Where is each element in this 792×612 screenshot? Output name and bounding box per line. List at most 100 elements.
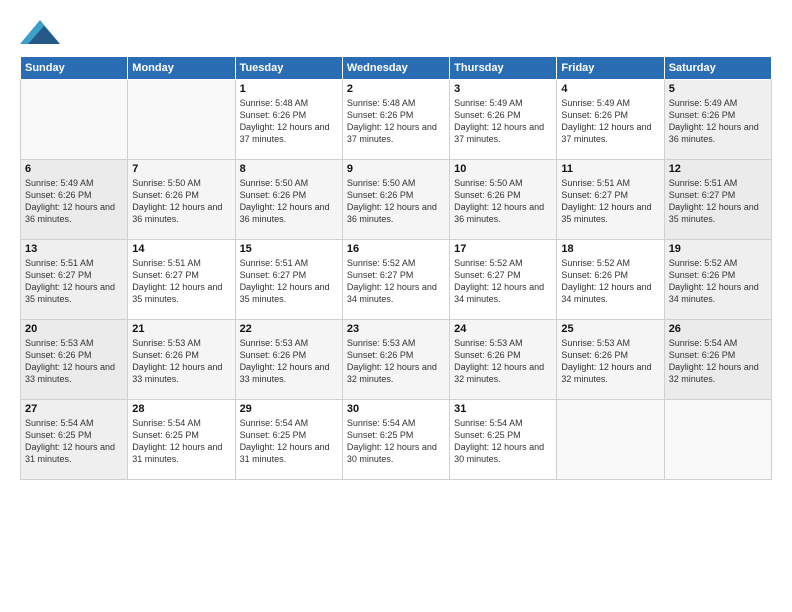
calendar-week-row: 6 Sunrise: 5:49 AM Sunset: 6:26 PM Daylig…	[21, 160, 772, 240]
day-number: 1	[240, 83, 338, 95]
day-number: 16	[347, 243, 445, 255]
day-number: 9	[347, 163, 445, 175]
calendar-cell: 22Sunrise: 5:53 AM Sunset: 6:26 PM Dayli…	[235, 320, 342, 400]
day-number: 14	[132, 243, 230, 255]
day-info: Sunrise: 5:51 AM Sunset: 6:27 PM Dayligh…	[669, 177, 767, 226]
calendar-cell: 14 Sunrise: 5:51 AM Sunset: 6:27 PM Dayli…	[128, 240, 235, 320]
calendar-cell: 20Sunrise: 5:53 AM Sunset: 6:26 PM Dayli…	[21, 320, 128, 400]
calendar-cell: 29 Sunrise: 5:54 AM Sunset: 6:25 PM Dayli…	[235, 400, 342, 480]
calendar-cell: 12 Sunrise: 5:51 AM Sunset: 6:27 PM Dayli…	[664, 160, 771, 240]
day-info: Sunrise: 5:54 AM Sunset: 6:26 PM Dayligh…	[669, 337, 767, 386]
day-number: 21	[132, 323, 230, 335]
calendar-cell: 8 Sunrise: 5:50 AM Sunset: 6:26 PM Daylig…	[235, 160, 342, 240]
day-info: Sunrise: 5:51 AM Sunset: 6:27 PM Dayligh…	[561, 177, 659, 226]
day-info: Sunrise: 5:53 AM Sunset: 6:26 PM Dayligh…	[240, 337, 338, 386]
day-info: Sunrise: 5:50 AM Sunset: 6:26 PM Dayligh…	[132, 177, 230, 226]
calendar-week-row: 20Sunrise: 5:53 AM Sunset: 6:26 PM Dayli…	[21, 320, 772, 400]
calendar-cell: 5 Sunrise: 5:49 AM Sunset: 6:26 PM Daylig…	[664, 80, 771, 160]
calendar-cell: 30 Sunrise: 5:54 AM Sunset: 6:25 PM Dayli…	[342, 400, 449, 480]
day-number: 12	[669, 163, 767, 175]
weekday-header-thursday: Thursday	[450, 57, 557, 80]
day-number: 28	[132, 403, 230, 415]
day-info: Sunrise: 5:49 AM Sunset: 6:26 PM Dayligh…	[25, 177, 123, 226]
day-info: Sunrise: 5:53 AM Sunset: 6:26 PM Dayligh…	[561, 337, 659, 386]
calendar-week-row: 27 Sunrise: 5:54 AM Sunset: 6:25 PM Dayli…	[21, 400, 772, 480]
day-number: 5	[669, 83, 767, 95]
day-info: Sunrise: 5:54 AM Sunset: 6:25 PM Dayligh…	[454, 417, 552, 466]
calendar-week-row: 13 Sunrise: 5:51 AM Sunset: 6:27 PM Dayli…	[21, 240, 772, 320]
calendar-table: SundayMondayTuesdayWednesdayThursdayFrid…	[20, 56, 772, 480]
calendar-cell: 1 Sunrise: 5:48 AM Sunset: 6:26 PM Daylig…	[235, 80, 342, 160]
day-info: Sunrise: 5:52 AM Sunset: 6:26 PM Dayligh…	[669, 257, 767, 306]
calendar-cell: 19 Sunrise: 5:52 AM Sunset: 6:26 PM Dayli…	[664, 240, 771, 320]
weekday-header-tuesday: Tuesday	[235, 57, 342, 80]
calendar-cell: 28 Sunrise: 5:54 AM Sunset: 6:25 PM Dayli…	[128, 400, 235, 480]
day-info: Sunrise: 5:50 AM Sunset: 6:26 PM Dayligh…	[347, 177, 445, 226]
calendar-cell: 11Sunrise: 5:51 AM Sunset: 6:27 PM Dayli…	[557, 160, 664, 240]
day-number: 31	[454, 403, 552, 415]
calendar-cell: 17Sunrise: 5:52 AM Sunset: 6:27 PM Dayli…	[450, 240, 557, 320]
day-number: 8	[240, 163, 338, 175]
calendar-header: SundayMondayTuesdayWednesdayThursdayFrid…	[21, 57, 772, 80]
day-info: Sunrise: 5:50 AM Sunset: 6:26 PM Dayligh…	[454, 177, 552, 226]
day-info: Sunrise: 5:54 AM Sunset: 6:25 PM Dayligh…	[347, 417, 445, 466]
day-number: 29	[240, 403, 338, 415]
calendar-cell: 3Sunrise: 5:49 AM Sunset: 6:26 PM Daylig…	[450, 80, 557, 160]
calendar-cell: 16Sunrise: 5:52 AM Sunset: 6:27 PM Dayli…	[342, 240, 449, 320]
weekday-header-row: SundayMondayTuesdayWednesdayThursdayFrid…	[21, 57, 772, 80]
day-info: Sunrise: 5:49 AM Sunset: 6:26 PM Dayligh…	[561, 97, 659, 146]
day-info: Sunrise: 5:52 AM Sunset: 6:26 PM Dayligh…	[561, 257, 659, 306]
calendar-cell	[557, 400, 664, 480]
calendar-cell: 6 Sunrise: 5:49 AM Sunset: 6:26 PM Daylig…	[21, 160, 128, 240]
day-number: 10	[454, 163, 552, 175]
day-info: Sunrise: 5:54 AM Sunset: 6:25 PM Dayligh…	[25, 417, 123, 466]
day-number: 26	[669, 323, 767, 335]
day-info: Sunrise: 5:53 AM Sunset: 6:26 PM Dayligh…	[25, 337, 123, 386]
day-info: Sunrise: 5:49 AM Sunset: 6:26 PM Dayligh…	[454, 97, 552, 146]
weekday-header-friday: Friday	[557, 57, 664, 80]
calendar-cell	[664, 400, 771, 480]
day-info: Sunrise: 5:54 AM Sunset: 6:25 PM Dayligh…	[240, 417, 338, 466]
calendar-cell: 13 Sunrise: 5:51 AM Sunset: 6:27 PM Dayli…	[21, 240, 128, 320]
weekday-header-monday: Monday	[128, 57, 235, 80]
calendar-cell: 23Sunrise: 5:53 AM Sunset: 6:26 PM Dayli…	[342, 320, 449, 400]
day-info: Sunrise: 5:50 AM Sunset: 6:26 PM Dayligh…	[240, 177, 338, 226]
day-number: 19	[669, 243, 767, 255]
calendar-cell: 15Sunrise: 5:51 AM Sunset: 6:27 PM Dayli…	[235, 240, 342, 320]
day-number: 27	[25, 403, 123, 415]
calendar-body: 1 Sunrise: 5:48 AM Sunset: 6:26 PM Daylig…	[21, 80, 772, 480]
day-info: Sunrise: 5:51 AM Sunset: 6:27 PM Dayligh…	[132, 257, 230, 306]
calendar-week-row: 1 Sunrise: 5:48 AM Sunset: 6:26 PM Daylig…	[21, 80, 772, 160]
day-info: Sunrise: 5:54 AM Sunset: 6:25 PM Dayligh…	[132, 417, 230, 466]
day-number: 15	[240, 243, 338, 255]
weekday-header-wednesday: Wednesday	[342, 57, 449, 80]
day-info: Sunrise: 5:53 AM Sunset: 6:26 PM Dayligh…	[347, 337, 445, 386]
day-number: 13	[25, 243, 123, 255]
day-info: Sunrise: 5:48 AM Sunset: 6:26 PM Dayligh…	[347, 97, 445, 146]
day-number: 4	[561, 83, 659, 95]
calendar-cell	[128, 80, 235, 160]
day-number: 7	[132, 163, 230, 175]
header	[20, 16, 772, 46]
calendar-cell: 25Sunrise: 5:53 AM Sunset: 6:26 PM Dayli…	[557, 320, 664, 400]
logo	[20, 16, 60, 46]
day-info: Sunrise: 5:51 AM Sunset: 6:27 PM Dayligh…	[25, 257, 123, 306]
day-info: Sunrise: 5:48 AM Sunset: 6:26 PM Dayligh…	[240, 97, 338, 146]
calendar-cell: 4 Sunrise: 5:49 AM Sunset: 6:26 PM Daylig…	[557, 80, 664, 160]
calendar-cell: 26 Sunrise: 5:54 AM Sunset: 6:26 PM Dayli…	[664, 320, 771, 400]
calendar-cell: 18 Sunrise: 5:52 AM Sunset: 6:26 PM Dayli…	[557, 240, 664, 320]
day-number: 24	[454, 323, 552, 335]
day-info: Sunrise: 5:53 AM Sunset: 6:26 PM Dayligh…	[454, 337, 552, 386]
day-number: 2	[347, 83, 445, 95]
day-number: 6	[25, 163, 123, 175]
day-number: 30	[347, 403, 445, 415]
calendar-cell: 7 Sunrise: 5:50 AM Sunset: 6:26 PM Daylig…	[128, 160, 235, 240]
day-info: Sunrise: 5:49 AM Sunset: 6:26 PM Dayligh…	[669, 97, 767, 146]
calendar-cell: 21Sunrise: 5:53 AM Sunset: 6:26 PM Dayli…	[128, 320, 235, 400]
weekday-header-sunday: Sunday	[21, 57, 128, 80]
day-number: 18	[561, 243, 659, 255]
calendar-cell: 9 Sunrise: 5:50 AM Sunset: 6:26 PM Daylig…	[342, 160, 449, 240]
logo-icon	[20, 16, 56, 44]
calendar-cell: 10 Sunrise: 5:50 AM Sunset: 6:26 PM Dayli…	[450, 160, 557, 240]
calendar-cell: 31 Sunrise: 5:54 AM Sunset: 6:25 PM Dayli…	[450, 400, 557, 480]
